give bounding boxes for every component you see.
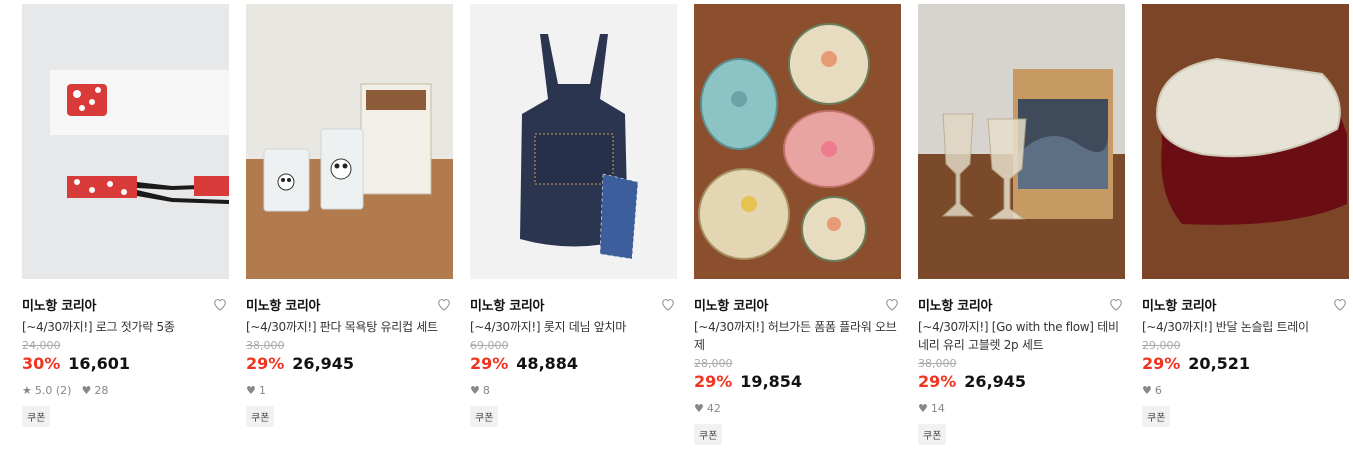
product-image[interactable] [470, 4, 677, 279]
brand-name[interactable]: 미노항 코리아 [694, 295, 768, 314]
brand-name[interactable]: 미노항 코리아 [470, 295, 544, 314]
coupon-badge: 쿠폰 [246, 406, 275, 427]
heart-icon[interactable] [1331, 295, 1349, 313]
heart-icon[interactable] [659, 295, 677, 313]
discount-rate: 29% [470, 354, 509, 373]
sale-price: 26,945 [964, 372, 1027, 391]
sale-price: 26,945 [292, 354, 355, 373]
product-image[interactable] [918, 4, 1125, 279]
product-image[interactable] [22, 4, 229, 279]
product-card[interactable]: 미노항 코리아 [~4/30까지!] 로그 젓가락 5종 24,000 30% … [22, 4, 229, 427]
denim-apron-image [470, 4, 677, 279]
discount-rate: 29% [246, 354, 285, 373]
like-count: 14 [930, 401, 945, 415]
heart-filled-icon: ♥ [694, 401, 704, 415]
heart-filled-icon: ♥ [1142, 383, 1152, 397]
heart-filled-icon: ♥ [246, 383, 256, 397]
sale-price: 16,601 [68, 354, 131, 373]
original-price: 29,000 [1142, 339, 1181, 352]
glass-goblet-image [918, 4, 1125, 279]
product-title[interactable]: [~4/30까지!] 허브가든 폼폼 플라워 오브제 [694, 318, 901, 354]
like-count: 42 [706, 401, 721, 415]
heart-filled-icon: ♥ [918, 401, 928, 415]
heart-icon[interactable] [211, 295, 229, 313]
product-title[interactable]: [~4/30까지!] 반달 논슬립 트레이 [1142, 318, 1349, 336]
product-title[interactable]: [~4/30까지!] 판다 목욕탕 유리컵 세트 [246, 318, 453, 336]
discount-rate: 30% [22, 354, 61, 373]
product-title[interactable]: [~4/30까지!] 롯지 데님 앞치마 [470, 318, 677, 336]
flower-plates-image [694, 4, 901, 279]
panda-glass-image [246, 4, 453, 279]
coupon-badge: 쿠폰 [694, 424, 723, 445]
coupon-badge: 쿠폰 [918, 424, 947, 445]
rating: 5.0 (2) [34, 383, 72, 397]
sale-price: 19,854 [740, 372, 803, 391]
original-price: 69,000 [470, 339, 509, 352]
half-moon-tray-image [1142, 4, 1349, 279]
brand-name[interactable]: 미노항 코리아 [1142, 295, 1216, 314]
like-count: 8 [482, 383, 490, 397]
like-count: 1 [258, 383, 266, 397]
product-grid: 미노항 코리아 [~4/30까지!] 로그 젓가락 5종 24,000 30% … [0, 0, 1353, 461]
heart-icon[interactable] [1107, 295, 1125, 313]
like-count: 6 [1154, 383, 1162, 397]
coupon-badge: 쿠폰 [470, 406, 499, 427]
product-image[interactable] [1142, 4, 1349, 279]
chopsticks-image [22, 4, 229, 279]
brand-name[interactable]: 미노항 코리아 [918, 295, 992, 314]
sale-price: 20,521 [1188, 354, 1251, 373]
sale-price: 48,884 [516, 354, 579, 373]
heart-filled-icon: ♥ [470, 383, 480, 397]
product-card[interactable]: 미노항 코리아 [~4/30까지!] 판다 목욕탕 유리컵 세트 38,000 … [246, 4, 453, 427]
discount-rate: 29% [694, 372, 733, 391]
product-card[interactable]: 미노항 코리아 [~4/30까지!] [Go with the flow] 테비… [918, 4, 1125, 445]
original-price: 24,000 [22, 339, 61, 352]
product-title[interactable]: [~4/30까지!] [Go with the flow] 테비네리 유리 고블… [918, 318, 1125, 354]
product-card[interactable]: 미노항 코리아 [~4/30까지!] 반달 논슬립 트레이 29,000 29%… [1142, 4, 1349, 427]
star-icon: ★ [22, 383, 32, 397]
coupon-badge: 쿠폰 [1142, 406, 1171, 427]
original-price: 28,000 [694, 357, 733, 370]
discount-rate: 29% [918, 372, 957, 391]
product-card[interactable]: 미노항 코리아 [~4/30까지!] 허브가든 폼폼 플라워 오브제 28,00… [694, 4, 901, 445]
original-price: 38,000 [918, 357, 957, 370]
discount-rate: 29% [1142, 354, 1181, 373]
product-card[interactable]: 미노항 코리아 [~4/30까지!] 롯지 데님 앞치마 69,000 29% … [470, 4, 677, 427]
brand-name[interactable]: 미노항 코리아 [22, 295, 96, 314]
product-image[interactable] [246, 4, 453, 279]
like-count: 28 [94, 383, 109, 397]
heart-filled-icon: ♥ [81, 383, 92, 397]
heart-icon[interactable] [435, 295, 453, 313]
brand-name[interactable]: 미노항 코리아 [246, 295, 320, 314]
product-image[interactable] [694, 4, 901, 279]
original-price: 38,000 [246, 339, 285, 352]
heart-icon[interactable] [883, 295, 901, 313]
coupon-badge: 쿠폰 [22, 406, 51, 427]
product-title[interactable]: [~4/30까지!] 로그 젓가락 5종 [22, 318, 229, 336]
